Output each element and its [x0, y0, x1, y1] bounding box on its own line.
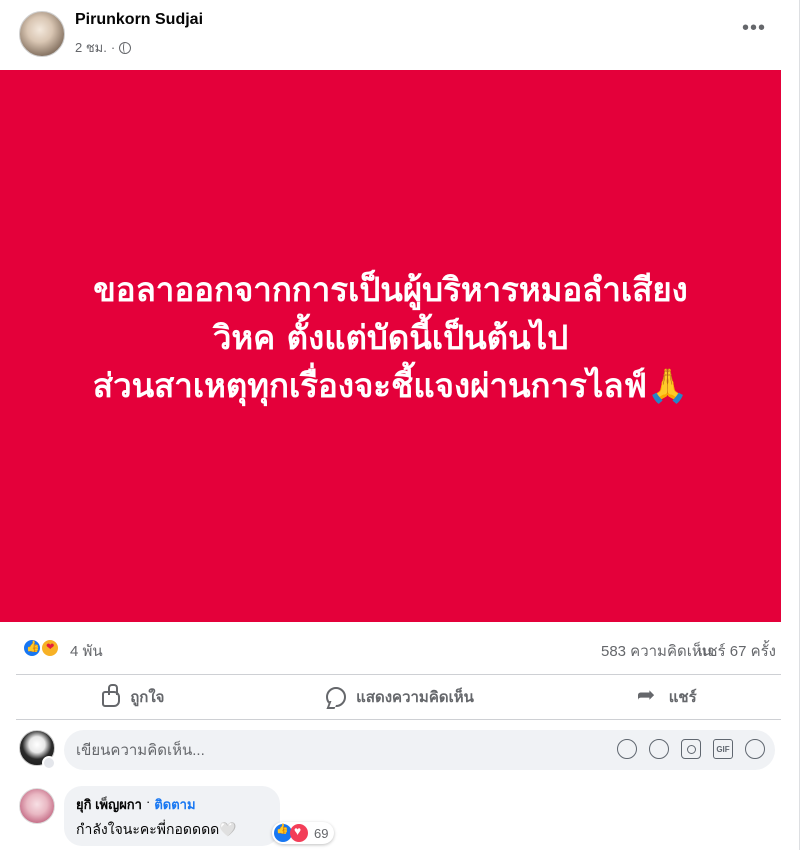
like-label: ถูกใจ — [130, 689, 165, 706]
comment-button[interactable]: แสดงความคิดเห็น — [267, 675, 534, 719]
post-meta: 2 ชม. · — [75, 37, 132, 58]
commenter-name[interactable]: ยุกิ เพ็ญผกา — [76, 794, 142, 815]
post-card: Pirunkorn Sudjai 2 ชม. · ••• ขอลาออกจากก… — [0, 0, 800, 850]
meta-separator: · — [110, 40, 116, 55]
share-button[interactable]: แชร์ — [533, 675, 800, 719]
comment-separator: · — [145, 794, 151, 809]
post-time[interactable]: 2 ชม. — [75, 37, 107, 58]
avatar-status-dot — [42, 756, 56, 770]
post-content: ขอลาออกจากการเป็นผู้บริหารหมอลำเสียง วิห… — [0, 70, 781, 622]
composer-icons: GIF — [617, 739, 765, 759]
share-icon — [637, 682, 659, 708]
post-text-line: ขอลาออกจากการเป็นผู้บริหารหมอลำเสียง — [93, 270, 688, 309]
comment-header: ยุกิ เพ็ญผกา · ติดตาม — [76, 794, 268, 815]
comments-count[interactable]: 583 ความคิดเห็น — [601, 639, 712, 663]
globe-icon — [119, 41, 132, 54]
post-text-line: วิหค ตั้งแต่บัดนี้เป็นต้นไป — [212, 318, 569, 357]
author-avatar[interactable] — [19, 11, 65, 57]
follow-button[interactable]: ติดตาม — [154, 794, 195, 815]
commenter-avatar[interactable] — [19, 788, 55, 824]
reactions-count[interactable]: 4 พัน — [70, 639, 103, 663]
reaction-summary: 4 พัน 583 ความคิดเห็น แชร์ 67 ครั้ง — [0, 622, 800, 674]
comment-input[interactable] — [64, 730, 604, 770]
comment-icon — [326, 687, 347, 707]
comment-label: แสดงความคิดเห็น — [356, 689, 474, 706]
like-reaction-icon[interactable] — [22, 638, 42, 658]
like-button[interactable]: ถูกใจ — [0, 675, 267, 719]
comment-box: GIF — [64, 730, 775, 770]
emoji-icon[interactable] — [649, 739, 669, 759]
author-name[interactable]: Pirunkorn Sudjai — [75, 11, 203, 29]
post-text-block: ขอลาออกจากการเป็นผู้บริหารหมอลำเสียง วิห… — [93, 266, 688, 410]
sticker-icon[interactable] — [745, 739, 765, 759]
post-header: Pirunkorn Sudjai 2 ชม. · ••• — [0, 0, 800, 70]
comment-bubble: ยุกิ เพ็ญผกา · ติดตาม กำลังใจนะคะพี่กอดด… — [64, 786, 280, 846]
action-bar: ถูกใจ แสดงความคิดเห็น แชร์ — [0, 675, 800, 719]
shares-count[interactable]: แชร์ 67 ครั้ง — [698, 639, 776, 663]
comment-reaction-count: 69 — [314, 825, 329, 841]
post-text-line: ส่วนสาเหตุทุกเรื่องจะชี้แจงผ่านการไลฟ์🙏 — [92, 366, 689, 405]
comment-composer: GIF — [0, 726, 800, 774]
divider — [16, 719, 781, 720]
love-reaction-icon — [290, 824, 308, 842]
more-options-button[interactable]: ••• — [739, 18, 769, 42]
care-reaction-icon[interactable] — [40, 638, 60, 658]
comment-item: ยุกิ เพ็ญผกา · ติดตาม กำลังใจนะคะพี่กอดด… — [0, 782, 800, 850]
camera-icon[interactable] — [681, 739, 701, 759]
share-label: แชร์ — [668, 689, 697, 706]
avatar-sticker-icon[interactable] — [617, 739, 637, 759]
gif-icon[interactable]: GIF — [713, 739, 733, 759]
thumbs-up-icon — [102, 684, 121, 707]
comment-reactions[interactable]: 69 — [272, 822, 335, 844]
comment-text: กำลังใจนะคะพี่กอดดดด🤍 — [76, 821, 237, 837]
